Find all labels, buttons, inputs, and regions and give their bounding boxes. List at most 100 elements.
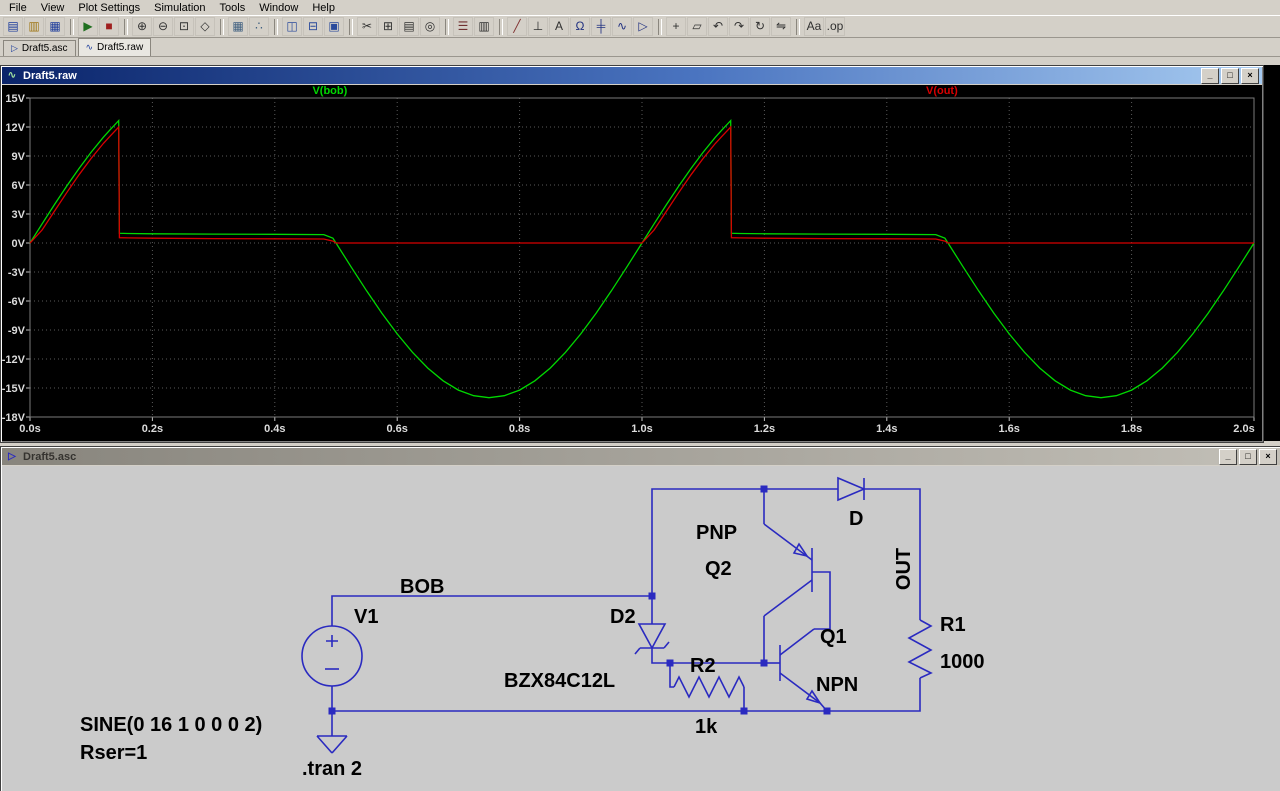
- rotate-icon[interactable]: ↻: [750, 17, 770, 36]
- draft5-asc-tab-icon: ▷: [11, 43, 18, 53]
- x-tick-label: 1.4s: [876, 423, 897, 435]
- find-icon[interactable]: ◎: [420, 17, 440, 36]
- zoom-area-icon[interactable]: ⊕: [132, 17, 152, 36]
- waveform-titlebar[interactable]: ∿ Draft5.raw _ □ ×: [2, 67, 1262, 84]
- menu-view[interactable]: View: [34, 2, 72, 14]
- schematic-maximize-button[interactable]: □: [1239, 448, 1257, 465]
- net-label-out[interactable]: OUT: [893, 548, 915, 590]
- menubar: File View Plot Settings Simulation Tools Wind…: [0, 0, 1280, 15]
- schematic-minimize-button[interactable]: _: [1219, 448, 1237, 465]
- waveform-minimize-button[interactable]: _: [1201, 67, 1219, 84]
- value-v1-rser[interactable]: Rser=1: [80, 742, 147, 764]
- waveform-plot-pane[interactable]: 15V 12V 9V 6V 3V 0V -3V -6V -9V -12V -15V -18V 0.0s 0…: [2, 85, 1262, 441]
- refdes-q1[interactable]: Q1: [820, 626, 847, 648]
- waveform-maximize-button[interactable]: □: [1221, 67, 1239, 84]
- menu-plot-settings[interactable]: Plot Settings: [71, 2, 147, 14]
- refdes-d[interactable]: D: [849, 508, 863, 530]
- y-tick-label: -3V: [8, 267, 26, 279]
- diode-d[interactable]: [837, 476, 867, 502]
- tile-vertical-icon[interactable]: ⊟: [303, 17, 323, 36]
- tab-draft5-asc[interactable]: ▷ Draft5.asc: [3, 40, 76, 56]
- mark-data-points-icon[interactable]: ∴: [249, 17, 269, 36]
- inductor-icon[interactable]: ∿: [612, 17, 632, 36]
- refdes-v1[interactable]: V1: [354, 606, 378, 628]
- mdi-background: [1262, 65, 1280, 441]
- ground-symbol[interactable]: [316, 711, 348, 754]
- paste-icon[interactable]: ▤: [399, 17, 419, 36]
- menu-window[interactable]: Window: [252, 2, 305, 14]
- diode-icon[interactable]: ▷: [633, 17, 653, 36]
- label-net-icon[interactable]: A: [549, 17, 569, 36]
- control-panel-icon[interactable]: ☰: [453, 17, 473, 36]
- tile-horizontal-icon[interactable]: ◫: [282, 17, 302, 36]
- ltspice-app: File View Plot Settings Simulation Tools Wind…: [0, 0, 1280, 791]
- zoom-back-icon[interactable]: ⊖: [153, 17, 173, 36]
- value-r2[interactable]: 1k: [695, 716, 718, 738]
- trace-label-v-out[interactable]: V(out): [926, 85, 958, 97]
- tab-draft5-raw[interactable]: ∿ Draft5.raw: [77, 38, 152, 56]
- zener-diode-d2[interactable]: [634, 623, 670, 655]
- open-icon[interactable]: ▥: [24, 17, 44, 36]
- refdes-q2[interactable]: Q2: [705, 558, 732, 580]
- toolbar-separator: [124, 18, 128, 35]
- y-tick-label: 9V: [12, 151, 26, 163]
- schematic-canvas[interactable]: BOB V1 SINE(0 16 1 0 0 0 2) Rser=1 .tran 2 D2…: [2, 466, 1280, 791]
- x-tick-label: 1.2s: [754, 423, 775, 435]
- redo-icon[interactable]: ↷: [729, 17, 749, 36]
- move-icon[interactable]: +: [666, 17, 686, 36]
- print-icon[interactable]: ▥: [474, 17, 494, 36]
- waveform-window-icon: ∿: [7, 70, 17, 81]
- mirror-icon[interactable]: ⇋: [771, 17, 791, 36]
- halt-icon[interactable]: ■: [99, 17, 119, 36]
- net-label-bob[interactable]: BOB: [400, 576, 444, 598]
- ground-icon[interactable]: ⊥: [528, 17, 548, 36]
- trace-label-v-bob[interactable]: V(bob): [312, 85, 347, 97]
- voltage-source-v1[interactable]: [301, 625, 363, 687]
- run-icon[interactable]: ▶: [78, 17, 98, 36]
- waveform-close-button[interactable]: ×: [1241, 67, 1259, 84]
- toolbar-separator: [796, 18, 800, 35]
- menu-simulation[interactable]: Simulation: [147, 2, 212, 14]
- menu-file[interactable]: File: [2, 2, 34, 14]
- refdes-d2[interactable]: D2: [610, 606, 636, 628]
- tab-label: Draft5.asc: [21, 43, 68, 54]
- cascade-icon[interactable]: ▣: [324, 17, 344, 36]
- x-tick-label: 0.0s: [19, 423, 40, 435]
- value-d2[interactable]: BZX84C12L: [504, 670, 615, 692]
- draft5-raw-tab-icon: ∿: [85, 42, 94, 52]
- drag-icon[interactable]: ▱: [687, 17, 707, 36]
- capacitor-icon[interactable]: ╪: [591, 17, 611, 36]
- resistor-icon[interactable]: Ω: [570, 17, 590, 36]
- save-icon[interactable]: ▦: [45, 17, 65, 36]
- waveform-chart[interactable]: 15V12V9V6V3V0V-3V-6V-9V-12V-15V-18V0.0s 0…: [2, 85, 1262, 441]
- refdes-r1[interactable]: R1: [940, 614, 966, 636]
- plus-icon: [326, 635, 338, 647]
- value-v1-sine[interactable]: SINE(0 16 1 0 0 0 2): [80, 714, 262, 736]
- pan-icon[interactable]: ◇: [195, 17, 215, 36]
- value-r1[interactable]: 1000: [940, 651, 985, 673]
- zoom-extents-icon[interactable]: ⊡: [174, 17, 194, 36]
- toolbar-separator: [70, 18, 74, 35]
- schematic-svg[interactable]: BOB V1 SINE(0 16 1 0 0 0 2) Rser=1 .tran 2 D2…: [2, 466, 1280, 791]
- spice-directive-tran[interactable]: .tran 2: [302, 758, 362, 780]
- new-schematic-icon[interactable]: ▤: [3, 17, 23, 36]
- junction-node: [740, 707, 748, 715]
- schematic-close-button[interactable]: ×: [1259, 448, 1277, 465]
- menu-tools[interactable]: Tools: [213, 2, 253, 14]
- copy-icon[interactable]: ⊞: [378, 17, 398, 36]
- text-icon[interactable]: Aa: [804, 17, 824, 36]
- spice-directive-icon[interactable]: .op: [825, 17, 845, 36]
- type-q1[interactable]: NPN: [816, 674, 858, 696]
- undo-icon[interactable]: ↶: [708, 17, 728, 36]
- grid-icon[interactable]: ▦: [228, 17, 248, 36]
- pnp-transistor-q2[interactable]: [763, 523, 813, 617]
- wire-icon[interactable]: ╱: [507, 17, 527, 36]
- menu-help[interactable]: Help: [305, 2, 342, 14]
- schematic-titlebar[interactable]: ▷ Draft5.asc _ □ ×: [2, 448, 1280, 465]
- refdes-r2[interactable]: R2: [690, 655, 716, 677]
- type-q2[interactable]: PNP: [696, 522, 737, 544]
- x-tick-label: 1.6s: [998, 423, 1019, 435]
- cut-icon[interactable]: ✂: [357, 17, 377, 36]
- resistor-r1[interactable]: [907, 619, 933, 679]
- resistor-r2[interactable]: [673, 675, 745, 699]
